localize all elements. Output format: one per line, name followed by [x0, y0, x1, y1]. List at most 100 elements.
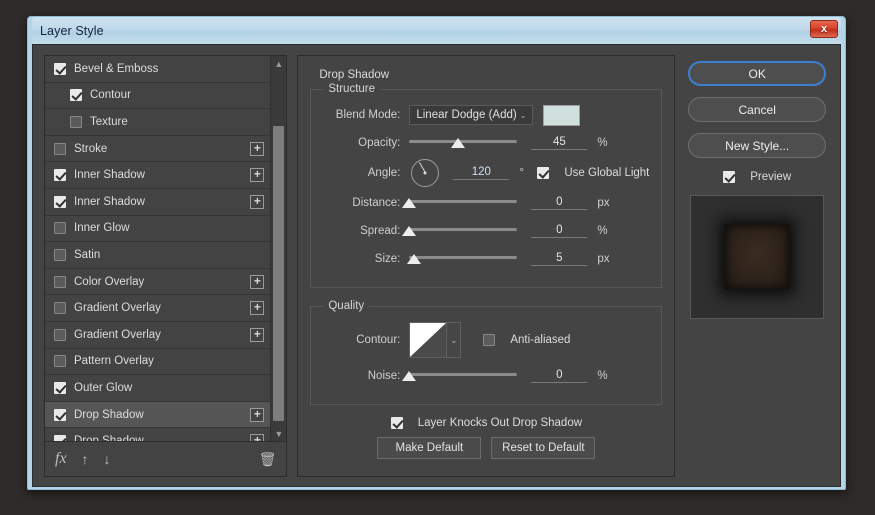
add-effect-icon[interactable]: + — [250, 274, 265, 289]
effect-row[interactable]: Inner Shadow + — [45, 188, 271, 216]
effect-enable-checkbox[interactable] — [54, 275, 66, 288]
opacity-input[interactable]: 45 — [531, 136, 588, 150]
quality-group: Quality Contour: ⌄ Anti-aliased Noise: 0… — [310, 300, 663, 405]
effect-group-title: Drop Shadow — [314, 69, 395, 81]
effect-enable-checkbox[interactable] — [70, 115, 82, 128]
effect-row[interactable]: Gradient Overlay + — [45, 321, 271, 349]
effect-row[interactable]: Drop Shadow+ — [45, 428, 271, 441]
noise-slider[interactable] — [402, 367, 518, 385]
size-slider[interactable] — [406, 250, 518, 268]
effect-row[interactable]: Color Overlay + — [45, 268, 271, 296]
effects-scrollbar[interactable]: ▲ ▼ — [270, 56, 287, 441]
ok-button[interactable]: OK — [688, 61, 827, 86]
anti-aliased-checkbox[interactable]: Anti-aliased — [483, 334, 570, 346]
effect-label: Outer Glow — [74, 381, 133, 394]
effect-row[interactable]: Contour — [45, 82, 271, 110]
effect-label: Inner Shadow — [74, 169, 145, 182]
window-titlebar: Layer Style x — [32, 17, 841, 44]
style-preview-shape — [724, 224, 791, 290]
angle-unit: ° — [519, 167, 524, 179]
settings-panel: Drop Shadow Structure Blend Mode: Linear… — [297, 55, 676, 477]
effect-enable-checkbox[interactable] — [54, 248, 66, 261]
effect-enable-checkbox[interactable] — [54, 195, 66, 208]
effect-enable-checkbox[interactable] — [54, 435, 66, 441]
effect-label: Satin — [74, 248, 101, 261]
spread-slider-thumb[interactable] — [402, 226, 417, 236]
fx-icon[interactable]: fx — [55, 450, 67, 468]
distance-label: Distance: — [352, 197, 401, 209]
move-down-icon[interactable]: ↓ — [104, 451, 111, 467]
shadow-color-swatch[interactable] — [543, 104, 581, 126]
effect-row[interactable]: Texture — [45, 109, 271, 136]
effect-label: Contour — [90, 89, 131, 102]
trash-icon[interactable]: 🗑 — [259, 451, 277, 468]
blend-mode-select[interactable]: Linear Dodge (Add) ⌄ — [409, 105, 534, 125]
size-label: Size: — [374, 253, 401, 265]
distance-slider[interactable] — [402, 194, 518, 212]
effect-enable-checkbox[interactable] — [54, 302, 66, 315]
preview-checkbox[interactable]: Preview — [723, 171, 791, 183]
scrollbar-thumb[interactable] — [273, 126, 285, 421]
size-slider-thumb[interactable] — [406, 254, 421, 264]
effect-enable-checkbox[interactable] — [54, 355, 66, 368]
opacity-slider[interactable] — [409, 134, 518, 152]
distance-slider-thumb[interactable] — [402, 198, 417, 208]
layer-knocks-out-checkbox[interactable]: Layer Knocks Out Drop Shadow — [390, 417, 582, 429]
actions-panel: OK Cancel New Style... Preview — [685, 55, 829, 477]
effect-row[interactable]: Stroke + — [45, 135, 271, 163]
scroll-up-icon[interactable]: ▲ — [271, 56, 286, 71]
distance-slider-track — [409, 200, 518, 203]
effect-enable-checkbox[interactable] — [54, 408, 66, 421]
effect-row[interactable]: Outer Glow — [45, 375, 271, 402]
effect-row[interactable]: Satin — [45, 242, 271, 269]
effect-enable-checkbox[interactable] — [54, 328, 66, 341]
spread-slider[interactable] — [402, 222, 518, 240]
size-input[interactable]: 5 — [531, 252, 588, 266]
new-style-button[interactable]: New Style... — [688, 133, 827, 158]
scroll-down-icon[interactable]: ▼ — [271, 426, 286, 441]
use-global-light-checkbox[interactable]: Use Global Light — [537, 167, 649, 179]
effect-enable-checkbox[interactable] — [54, 169, 66, 182]
spread-unit: % — [597, 225, 608, 237]
effect-label: Bevel & Emboss — [74, 62, 159, 75]
noise-slider-thumb[interactable] — [402, 371, 417, 381]
effect-enable-checkbox[interactable] — [54, 142, 66, 155]
close-icon[interactable]: x — [810, 20, 838, 38]
make-default-button[interactable]: Make Default — [377, 437, 482, 459]
effect-row[interactable]: Inner Shadow + — [45, 162, 271, 189]
effect-label: Color Overlay — [74, 275, 145, 288]
spread-label: Spread: — [360, 225, 401, 237]
effect-enable-checkbox[interactable] — [54, 381, 66, 394]
cancel-button[interactable]: Cancel — [688, 97, 827, 122]
effect-enable-checkbox[interactable] — [70, 89, 82, 102]
effect-row[interactable]: Drop Shadow+ — [45, 401, 271, 429]
structure-group: Structure Blend Mode: Linear Dodge (Add)… — [310, 83, 663, 288]
spread-input[interactable]: 0 — [531, 224, 588, 238]
angle-input[interactable]: 120 — [453, 166, 510, 180]
add-effect-icon[interactable]: + — [250, 301, 265, 316]
noise-input[interactable]: 0 — [531, 369, 588, 383]
opacity-slider-thumb[interactable] — [450, 138, 465, 148]
effect-enable-checkbox[interactable] — [54, 222, 66, 235]
add-effect-icon[interactable]: + — [250, 407, 265, 422]
add-effect-icon[interactable]: + — [250, 168, 265, 183]
add-effect-icon[interactable]: + — [250, 194, 265, 209]
effect-label: Drop Shadow — [74, 435, 250, 441]
distance-input[interactable]: 0 — [531, 196, 588, 210]
effect-row[interactable]: Pattern Overlay — [45, 348, 271, 376]
angle-dial[interactable] — [411, 159, 440, 187]
contour-label: Contour: — [356, 334, 401, 346]
contour-chevron-down-icon[interactable]: ⌄ — [447, 322, 462, 358]
effect-row[interactable]: Gradient Overlay + — [45, 295, 271, 322]
contour-preview[interactable] — [409, 322, 448, 358]
add-effect-icon[interactable]: + — [250, 434, 265, 441]
reset-to-default-button[interactable]: Reset to Default — [491, 437, 596, 459]
effect-enable-checkbox[interactable] — [54, 62, 66, 75]
effects-panel: Bevel & Emboss Contour Texture Stroke + Inner… — [44, 55, 288, 477]
effect-row[interactable]: Inner Glow — [45, 215, 271, 243]
add-effect-icon[interactable]: + — [250, 327, 265, 342]
scrollbar-track[interactable] — [271, 71, 286, 426]
effect-row[interactable]: Bevel & Emboss — [45, 56, 271, 83]
add-effect-icon[interactable]: + — [250, 141, 265, 156]
move-up-icon[interactable]: ↑ — [82, 451, 89, 467]
